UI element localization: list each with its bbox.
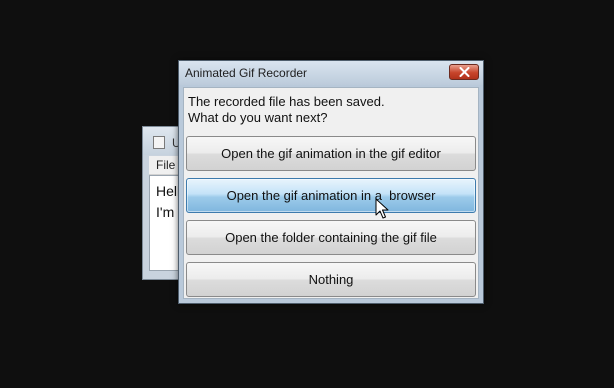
close-button[interactable] (449, 64, 479, 80)
open-in-browser-button[interactable]: Open the gif animation in a browser (186, 178, 476, 213)
desktop: U File Hell I'm Animated Gif Recorder Th… (0, 0, 614, 388)
menu-file[interactable]: File (156, 158, 175, 172)
close-icon (459, 67, 470, 77)
text-line-2: I'm (156, 204, 175, 220)
message-line-question: What do you want next? (188, 110, 328, 125)
message-line-saved: The recorded file has been saved. (188, 94, 385, 109)
animated-gif-recorder-dialog: Animated Gif Recorder The recorded file … (178, 60, 484, 304)
nothing-button[interactable]: Nothing (186, 262, 476, 297)
button-label: Nothing (308, 272, 354, 287)
dialog-body: The recorded file has been saved. What d… (183, 87, 479, 299)
notepad-icon (153, 136, 165, 149)
open-in-gif-editor-button[interactable]: Open the gif animation in the gif editor (186, 136, 476, 171)
button-label: Open the gif animation in a browser (226, 188, 436, 203)
dialog-title: Animated Gif Recorder (185, 66, 308, 80)
button-label: Open the gif animation in the gif editor (221, 146, 441, 161)
open-containing-folder-button[interactable]: Open the folder containing the gif file (186, 220, 476, 255)
dialog-message: The recorded file has been saved. What d… (188, 94, 385, 126)
text-line-1: Hell (156, 183, 181, 199)
dialog-titlebar[interactable]: Animated Gif Recorder (179, 61, 483, 85)
button-label: Open the folder containing the gif file (225, 230, 437, 245)
